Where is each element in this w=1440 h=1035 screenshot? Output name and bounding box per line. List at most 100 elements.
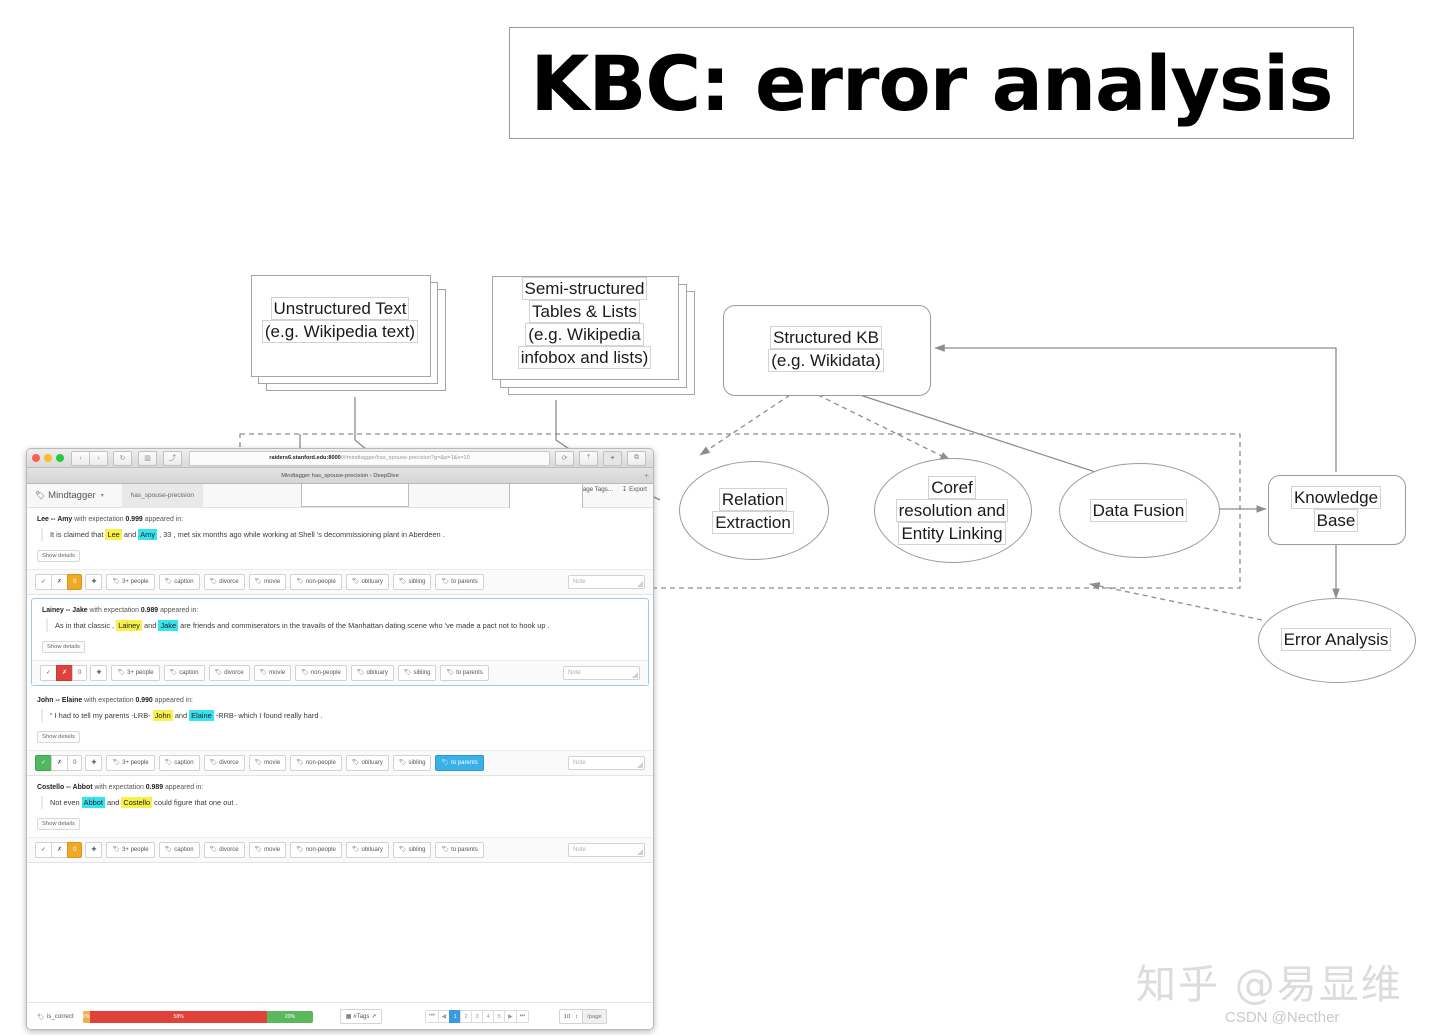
unsure-button[interactable]: 0 (67, 574, 83, 590)
per-page-selector[interactable]: 10 ↕ /page (558, 1009, 607, 1024)
tag-button-to-parents[interactable]: 🏷 to parents (435, 755, 484, 771)
tag-icon: 🏷 (37, 1013, 45, 1021)
add-tag-button[interactable]: ✚ (90, 665, 108, 681)
accept-button[interactable]: ✓ (35, 755, 53, 771)
tag-icon: 🏷 (441, 847, 450, 853)
refresh-icon[interactable]: ⟳ (555, 450, 574, 466)
address-bar[interactable]: raiders6.stanford.edu:8000/#/mindtagger/… (189, 450, 550, 466)
tag-button-to-parents[interactable]: 🏷 to parents (440, 665, 489, 681)
show-details-button[interactable]: Show details (42, 641, 85, 653)
show-details-button[interactable]: Show details (37, 818, 80, 830)
pagination[interactable]: ⏮ ◀ 1 2 3 4 5 ▶ ⏭ (425, 1010, 529, 1023)
sidebar-icon[interactable]: ▥ (138, 450, 157, 466)
tagging-item[interactable]: Lee -- Amy with expectation 0.999 appear… (27, 508, 653, 595)
show-details-button[interactable]: Show details (37, 731, 80, 743)
brand-menu[interactable]: 🏷 Mindtagger ▾ (35, 490, 104, 501)
reload-icon[interactable]: ↻ (113, 450, 132, 466)
tag-button-obituary[interactable]: 🏷 obituary (345, 574, 389, 590)
entity-mention-highlight: Lainey (116, 620, 142, 631)
accept-button[interactable]: ✓ (40, 665, 58, 681)
maximize-icon[interactable] (56, 454, 64, 462)
tag-button-caption[interactable]: 🏷 caption (158, 574, 200, 590)
reject-button[interactable]: ✗ (56, 665, 74, 681)
unsure-button[interactable]: 0 (67, 755, 83, 771)
tag-button-divorce[interactable]: 🏷 divorce (203, 842, 245, 858)
accept-button[interactable]: ✓ (35, 842, 53, 858)
tag-button-non-people[interactable]: 🏷 non-people (290, 755, 342, 771)
page-button-▶[interactable]: ▶ (504, 1010, 517, 1023)
forward-icon[interactable]: › (89, 450, 108, 466)
judgement-button-group[interactable]: ✓ ✗ 0 (35, 755, 83, 771)
tab-has-spouse-precision[interactable]: has_spouse-precision (121, 484, 203, 508)
tag-button-sibling[interactable]: 🏷 sibling (392, 842, 432, 858)
tag-button-non-people[interactable]: 🏷 non-people (290, 574, 342, 590)
note-input[interactable]: Note (568, 575, 645, 589)
accept-button[interactable]: ✓ (35, 574, 53, 590)
tag-button-divorce[interactable]: 🏷 divorce (203, 755, 245, 771)
tag-button-sibling[interactable]: 🏷 sibling (392, 755, 432, 771)
tabs-overview-icon[interactable]: ⧉ (627, 450, 646, 466)
judgement-button-group[interactable]: ✓ ✗ 0 (40, 665, 88, 681)
reject-button[interactable]: ✗ (51, 574, 69, 590)
page-button-⏭[interactable]: ⏭ (515, 1010, 529, 1023)
tag-button-3-people[interactable]: 🏷 3+ people (106, 574, 155, 590)
add-tag-button[interactable]: ✚ (85, 842, 103, 858)
tag-button-3-people[interactable]: 🏷 3+ people (106, 755, 155, 771)
tag-icon: 🏷 (112, 847, 121, 853)
nav-history-group[interactable]: ‹ › (71, 450, 108, 466)
tag-button-obituary[interactable]: 🏷 obituary (345, 755, 389, 771)
share-icon[interactable]: ⤴ (163, 450, 182, 466)
show-details-button[interactable]: Show details (37, 550, 80, 562)
tag-button-3-people[interactable]: 🏷 3+ people (106, 842, 155, 858)
export-button[interactable]: ↧ Export (622, 486, 647, 493)
entity-mention-highlight: Jake (158, 620, 179, 631)
tag-button-obituary[interactable]: 🏷 obituary (350, 665, 394, 681)
tag-button-caption[interactable]: 🏷 caption (158, 842, 200, 858)
shield-icon[interactable]: ✦ (603, 450, 622, 466)
tag-button-movie[interactable]: 🏷 movie (248, 574, 287, 590)
tag-button-movie[interactable]: 🏷 movie (253, 665, 292, 681)
reject-button[interactable]: ✗ (51, 755, 69, 771)
tag-button-non-people[interactable]: 🏷 non-people (295, 665, 347, 681)
tag-button-divorce[interactable]: 🏷 divorce (203, 574, 245, 590)
tag-label: sibling (408, 760, 426, 766)
upload-icon[interactable]: ⤒ (579, 450, 598, 466)
judgement-button-group[interactable]: ✓ ✗ 0 (35, 574, 83, 590)
tag-button-obituary[interactable]: 🏷 obituary (345, 842, 389, 858)
note-input[interactable]: Note (568, 843, 645, 857)
item-separator: -- (66, 784, 71, 791)
judgement-button-group[interactable]: ✓ ✗ 0 (35, 842, 83, 858)
minimize-icon[interactable] (44, 454, 52, 462)
note-input[interactable]: Note (568, 756, 645, 770)
tags-button[interactable]: ▦ #Tags ↗ (339, 1009, 383, 1024)
add-tag-button[interactable]: ✚ (85, 755, 103, 771)
tag-button-non-people[interactable]: 🏷 non-people (290, 842, 342, 858)
note-input[interactable]: Note (563, 666, 640, 680)
close-icon[interactable] (32, 454, 40, 462)
unsure-button[interactable]: 0 (67, 842, 83, 858)
tab-title[interactable]: Mindtagger has_spouse-precision - DeepDi… (281, 473, 399, 479)
back-icon[interactable]: ‹ (71, 450, 90, 466)
toolbar-right-buttons[interactable]: ⟳ ⤒ ✦ ⧉ (555, 450, 648, 466)
tag-button-caption[interactable]: 🏷 caption (158, 755, 200, 771)
reject-button[interactable]: ✗ (51, 842, 69, 858)
tagging-item[interactable]: Costello -- Abbot with expectation 0.989… (27, 776, 653, 863)
unsure-button[interactable]: 0 (72, 665, 88, 681)
brand-label: Mindtagger (48, 490, 96, 501)
tagging-item[interactable]: Lainey -- Jake with expectation 0.989 ap… (31, 598, 649, 686)
tag-button-movie[interactable]: 🏷 movie (248, 842, 287, 858)
stepper-icon[interactable]: ↕ (575, 1014, 578, 1020)
tag-button-3-people[interactable]: 🏷 3+ people (111, 665, 160, 681)
tag-button-divorce[interactable]: 🏷 divorce (208, 665, 250, 681)
per-page-value-wrap[interactable]: 10 ↕ (560, 1014, 582, 1020)
add-tag-button[interactable]: ✚ (85, 574, 103, 590)
window-controls[interactable] (32, 454, 64, 462)
tag-button-to-parents[interactable]: 🏷 to parents (435, 842, 484, 858)
tag-button-sibling[interactable]: 🏷 sibling (392, 574, 432, 590)
new-tab-icon[interactable]: + (644, 471, 649, 480)
tag-button-caption[interactable]: 🏷 caption (163, 665, 205, 681)
tag-button-to-parents[interactable]: 🏷 to parents (435, 574, 484, 590)
tag-button-sibling[interactable]: 🏷 sibling (397, 665, 437, 681)
tag-button-movie[interactable]: 🏷 movie (248, 755, 287, 771)
tagging-item[interactable]: John -- Elaine with expectation 0.990 ap… (27, 689, 653, 776)
